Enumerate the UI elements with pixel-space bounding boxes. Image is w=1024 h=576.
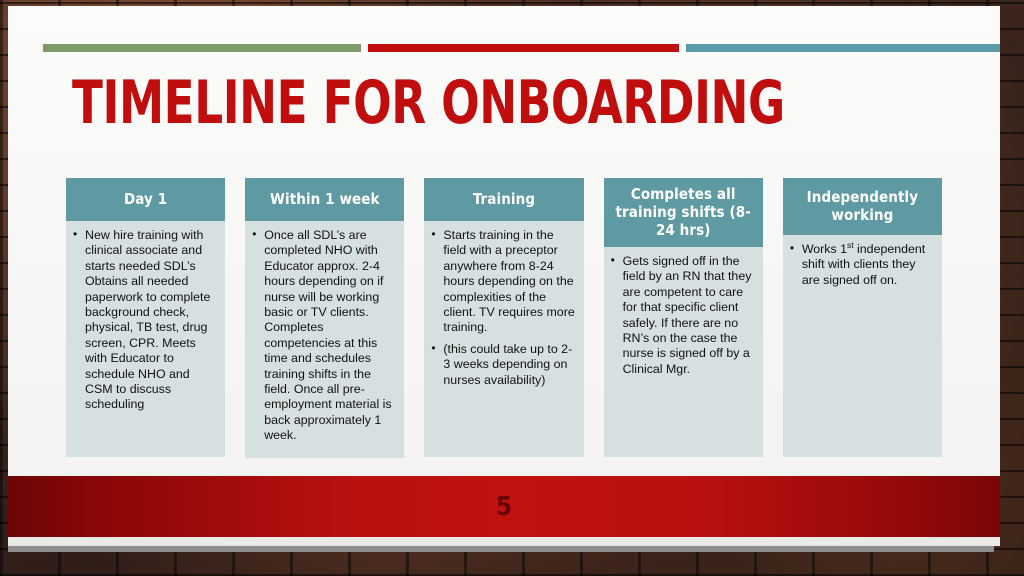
column-header: Day 1	[66, 178, 226, 221]
top-rule-teal	[686, 44, 1000, 52]
page-title: Timeline for Onboarding	[72, 68, 785, 138]
presentation-slide: Timeline for Onboarding Day 1 New hire tr…	[8, 6, 1000, 546]
bullet-list: New hire training with clinical associat…	[72, 227, 217, 413]
column-body: Gets signed off in the field by an RN th…	[603, 247, 763, 457]
list-item-text-prefix: Works 1	[801, 242, 848, 256]
top-rule-red	[368, 44, 679, 52]
list-item: Works 1st independent shift with clients…	[789, 241, 934, 288]
bullet-list: Gets signed off in the field by an RN th…	[610, 253, 755, 377]
bullet-list: Once all SDL’s are completed NHO with Ed…	[251, 227, 396, 444]
column-body: Starts training in the field with a prec…	[424, 221, 584, 457]
list-item: (this could take up to 2-3 weeks dependi…	[430, 341, 575, 388]
column-body: Once all SDL’s are completed NHO with Ed…	[245, 221, 405, 458]
slide-footer-bar: 5	[8, 476, 1000, 537]
bullet-list: Works 1st independent shift with clients…	[789, 241, 934, 288]
list-item: Gets signed off in the field by an RN th…	[610, 253, 755, 377]
timeline-column: Independently working Works 1st independe…	[782, 178, 943, 457]
top-rule-green	[43, 44, 361, 52]
column-body: Works 1st independent shift with clients…	[782, 235, 943, 457]
slide-bottom-trim	[8, 537, 1000, 546]
timeline-column: Completes all training shifts (8-24 hrs)…	[603, 178, 763, 457]
column-body: New hire training with clinical associat…	[66, 221, 226, 457]
column-header: Independently working	[782, 178, 943, 235]
list-item: Once all SDL’s are completed NHO with Ed…	[251, 227, 396, 444]
page-number: 5	[495, 491, 513, 522]
column-header: Training	[424, 178, 584, 221]
timeline-column: Within 1 week Once all SDL’s are complete…	[245, 178, 405, 458]
timeline-columns: Day 1 New hire training with clinical ass…	[66, 178, 943, 458]
column-header: Completes all training shifts (8-24 hrs)	[603, 178, 763, 247]
bullet-list: Starts training in the field with a prec…	[430, 227, 575, 388]
slide-viewer: Timeline for Onboarding Day 1 New hire tr…	[0, 0, 1024, 576]
column-header: Within 1 week	[245, 178, 405, 221]
list-item: New hire training with clinical associat…	[72, 227, 217, 413]
timeline-column: Day 1 New hire training with clinical ass…	[66, 178, 226, 457]
list-item: Starts training in the field with a prec…	[430, 227, 575, 336]
slide-drop-shadow: Timeline for Onboarding Day 1 New hire tr…	[8, 6, 1000, 552]
timeline-column: Training Starts training in the field wit…	[424, 178, 584, 457]
